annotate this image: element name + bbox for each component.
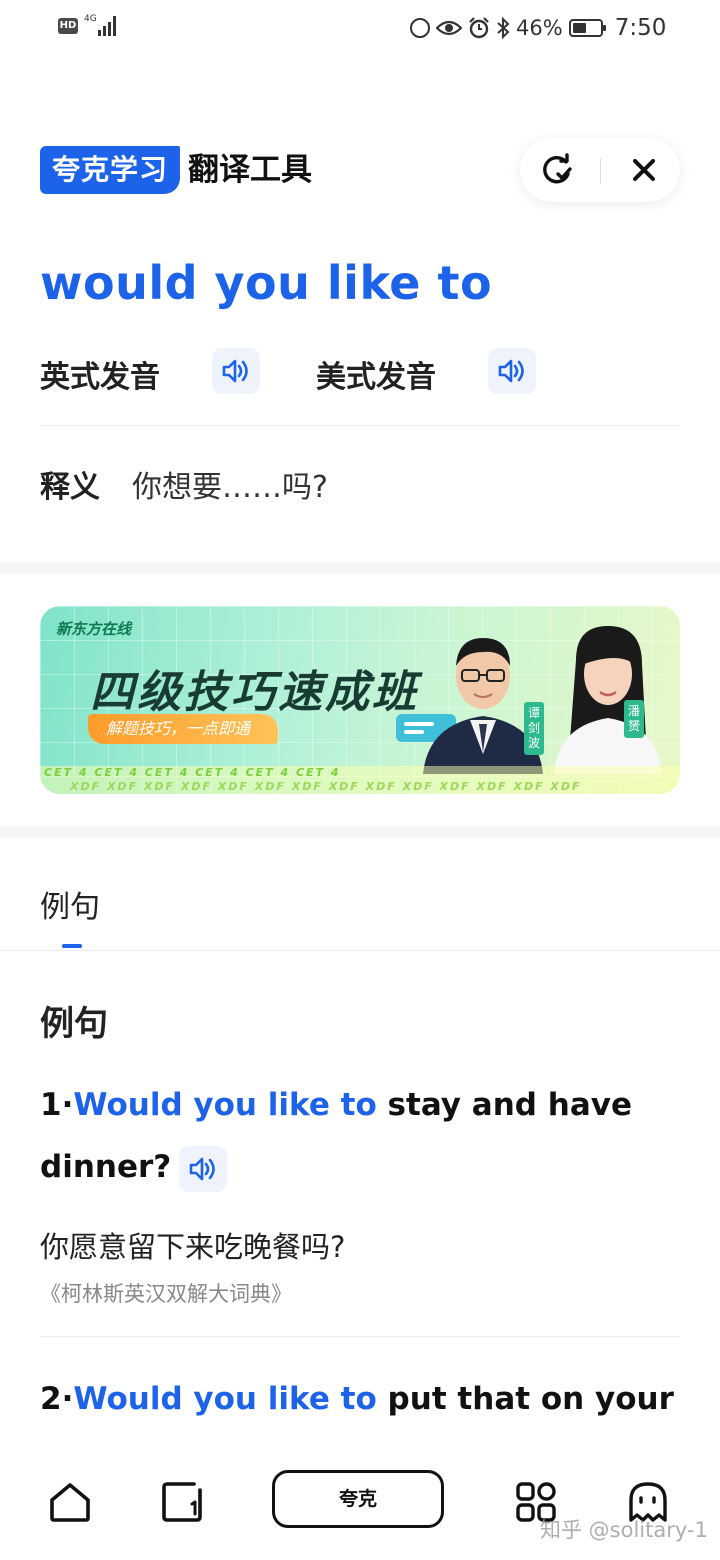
- example-text: put that on your: [376, 1381, 674, 1417]
- tab-active-indicator: [62, 944, 82, 948]
- network-type: 4G: [84, 14, 97, 24]
- status-bar: HD 4G 46% 7:50: [0, 0, 720, 56]
- us-audio-button[interactable]: [488, 348, 536, 394]
- example-audio-button[interactable]: [179, 1145, 228, 1192]
- watermark: 知乎 @solitary-1: [540, 1518, 708, 1542]
- quark-center-button[interactable]: 夸克: [272, 1470, 444, 1528]
- example-sentence-1: 1·Would you like to stay and have dinner…: [40, 1074, 680, 1198]
- status-icons: 46% 7:50: [410, 14, 666, 42]
- battery-icon: [568, 19, 606, 37]
- section-title: 例句: [40, 1004, 108, 1044]
- example-highlight: Would you like to: [73, 1381, 377, 1417]
- home-icon: [50, 1483, 90, 1522]
- mobile-data-icon: [410, 18, 430, 38]
- nav-home-button[interactable]: [46, 1478, 94, 1526]
- uk-pronunciation-label: 英式发音: [40, 360, 160, 395]
- close-button[interactable]: [620, 146, 668, 194]
- banner-ribbon-cet: CET 4 CET 4 CET 4 CET 4 CET 4 CET 4: [44, 766, 341, 779]
- refresh-button[interactable]: [534, 146, 582, 194]
- banner-logo: 新东方在线: [56, 620, 132, 638]
- nav-tabs-button[interactable]: [158, 1478, 206, 1526]
- close-icon: [633, 159, 655, 181]
- banner-ribbon: CET 4 CET 4 CET 4 CET 4 CET 4 CET 4 XDF …: [40, 766, 680, 794]
- signal-icon: [98, 16, 120, 36]
- example-index: 1·: [40, 1087, 74, 1123]
- promo-banner[interactable]: 新东方在线 四级技巧速成班 解题技巧，一点即通 谭剑波 潘赟 CET 4 CET…: [40, 606, 680, 794]
- speaker-icon: [189, 1157, 216, 1180]
- bluetooth-icon: [497, 17, 510, 39]
- tabs-icon: [162, 1482, 202, 1522]
- alarm-icon: [469, 17, 489, 39]
- example-sentence-2: 2·Would you like to put that on your: [40, 1368, 680, 1430]
- clock: 7:50: [614, 15, 667, 41]
- brand-badge: 夸克学习: [40, 146, 181, 194]
- tab-examples[interactable]: 例句: [40, 882, 100, 926]
- example-highlight: Would you like to: [73, 1087, 377, 1123]
- banner-title: 四级技巧速成班: [90, 667, 419, 718]
- example-text: stay and have: [376, 1087, 632, 1123]
- tab-divider: [0, 950, 720, 951]
- teacher-name-left: 谭剑波: [524, 702, 544, 755]
- teacher-photo-right: [554, 626, 662, 774]
- us-pronunciation-label: 美式发音: [316, 360, 436, 395]
- example-text-continued: dinner?: [40, 1149, 172, 1185]
- battery-percent: 46%: [516, 16, 563, 40]
- action-divider: [600, 158, 601, 184]
- example-index: 2·: [40, 1381, 74, 1417]
- speaker-icon: [222, 359, 248, 383]
- meaning-label: 释义: [40, 470, 100, 505]
- hd-badge: HD: [58, 18, 78, 34]
- section-gap: [0, 826, 720, 838]
- meaning-text: 你想要……吗?: [132, 470, 328, 505]
- banner-ribbon-xdf: XDF XDF XDF XDF XDF XDF XDF XDF XDF XDF …: [70, 780, 582, 793]
- uk-audio-button[interactable]: [212, 348, 260, 394]
- page-title: 翻译工具: [188, 152, 312, 188]
- query-phrase: would you like to: [40, 256, 493, 310]
- top-action-pill: [520, 138, 680, 202]
- banner-tagline: 解题技巧，一点即通: [88, 714, 279, 744]
- teacher-name-right: 潘赟: [624, 700, 644, 738]
- section-gap: [0, 562, 720, 574]
- divider: [40, 425, 680, 426]
- example-source: 《柯林斯英汉双解大词典》: [40, 1282, 292, 1306]
- speaker-icon: [498, 359, 524, 383]
- eye-icon: [436, 20, 462, 36]
- divider: [40, 1336, 680, 1337]
- refresh-check-icon: [543, 153, 572, 184]
- example-translation: 你愿意留下来吃晚餐吗?: [40, 1230, 346, 1264]
